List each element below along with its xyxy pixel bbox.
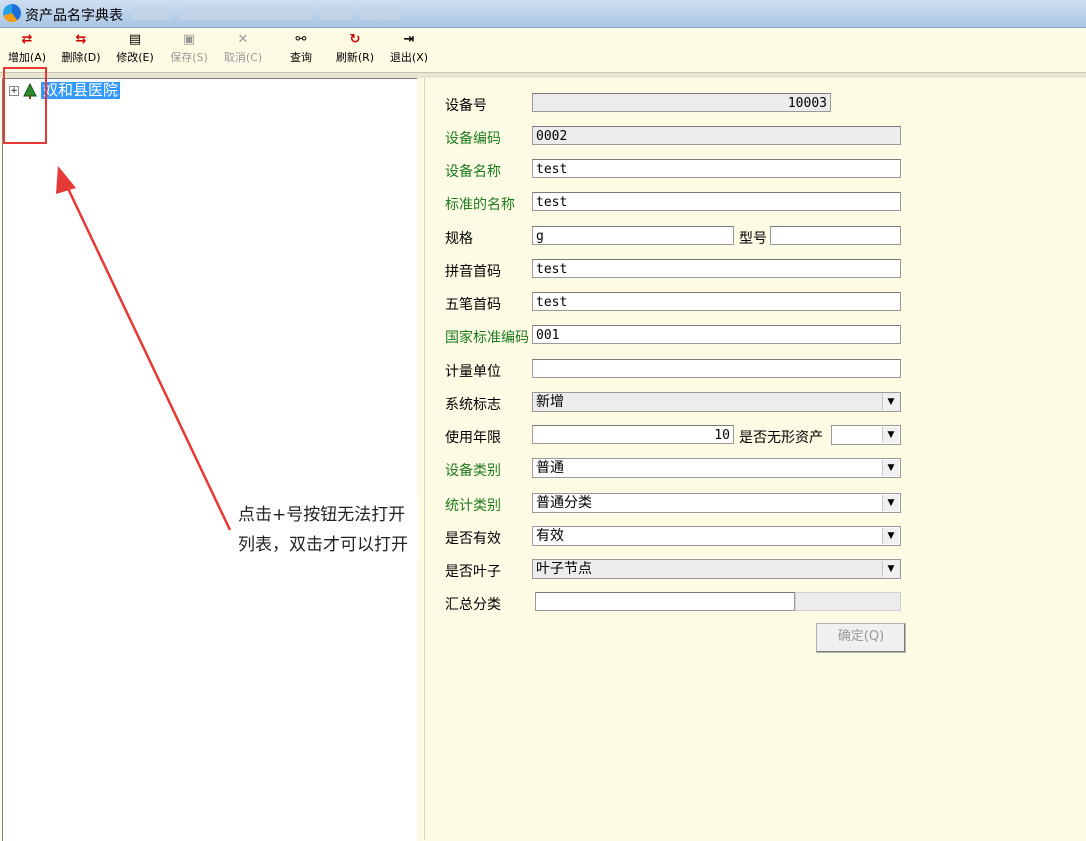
years-field[interactable]: 10: [532, 425, 734, 444]
edit-button[interactable]: ▤ 修改(E): [110, 30, 160, 68]
device-code-field[interactable]: 0002: [532, 126, 901, 145]
annotation-arrow: [56, 166, 232, 531]
add-icon: ⇄: [21, 32, 33, 47]
leaf-select[interactable]: 叶子节点 ▼: [532, 559, 901, 579]
national-code-label: 国家标准编码: [445, 330, 529, 346]
system-flag-select[interactable]: 新增 ▼: [532, 392, 901, 412]
device-code-label: 设备编码: [445, 131, 501, 147]
system-flag-label: 系统标志: [445, 397, 501, 413]
standard-name-field[interactable]: test: [532, 192, 901, 211]
annotation-text: 点击+号按钮无法打开 列表，双击才可以打开: [238, 500, 418, 560]
chevron-down-icon[interactable]: ▼: [882, 460, 899, 476]
query-button[interactable]: ⚯ 查询: [276, 30, 326, 68]
years-label: 使用年限: [445, 430, 501, 446]
stat-category-label: 统计类别: [445, 498, 501, 514]
device-name-label: 设备名称: [445, 164, 501, 180]
category-label: 设备类别: [445, 463, 501, 479]
spec-field[interactable]: g: [532, 226, 734, 245]
window-title: 资产品名字典表: [25, 8, 123, 24]
blurred-tab: [132, 7, 170, 20]
add-button[interactable]: ⇄ 增加(A): [2, 30, 52, 68]
device-no-label: 设备号: [445, 98, 487, 114]
detail-form: 设备号 10003 设备编码 0002 设备名称 test 标准的名称 test…: [424, 78, 1086, 840]
model-label: 型号: [739, 231, 767, 247]
highlight-box: [3, 67, 47, 144]
blurred-tab: [320, 7, 352, 20]
tree-root-node[interactable]: 奴和县医院: [41, 82, 121, 99]
standard-name-label: 标准的名称: [445, 197, 515, 213]
summary-label: 汇总分类: [445, 597, 501, 613]
title-bar: 资产品名字典表: [0, 0, 1086, 28]
spec-label: 规格: [445, 231, 473, 247]
chevron-down-icon[interactable]: ▼: [882, 561, 899, 577]
exit-icon: ⇥: [403, 32, 415, 47]
valid-select[interactable]: 有效 ▼: [532, 526, 901, 546]
device-no-field[interactable]: 10003: [532, 93, 831, 112]
category-select[interactable]: 普通 ▼: [532, 458, 901, 478]
valid-label: 是否有效: [445, 531, 501, 547]
edit-icon: ▤: [128, 32, 142, 47]
app-logo-icon: [3, 4, 21, 22]
delete-button[interactable]: ⇆ 删除(D): [56, 30, 106, 68]
binoculars-icon: ⚯: [295, 32, 307, 47]
summary-code-field: [795, 592, 901, 611]
device-name-field[interactable]: test: [532, 159, 901, 178]
refresh-icon: ↻: [349, 32, 361, 47]
intangible-select[interactable]: ▼: [831, 425, 901, 445]
leaf-label: 是否叶子: [445, 564, 501, 580]
pinyin-label: 拼音首码: [445, 264, 501, 280]
stat-category-select[interactable]: 普通分类 ▼: [532, 493, 901, 513]
toolbar: ⇄ 增加(A) ⇆ 删除(D) ▤ 修改(E) ▣ 保存(S) ✕ 取消(C) …: [0, 28, 1086, 70]
blurred-tab: [360, 7, 400, 20]
chevron-down-icon[interactable]: ▼: [882, 394, 899, 410]
save-button[interactable]: ▣ 保存(S): [164, 30, 214, 68]
national-code-field[interactable]: 001: [532, 325, 901, 344]
unit-field[interactable]: [532, 359, 901, 378]
blurred-tab: [178, 7, 313, 20]
summary-field[interactable]: [535, 592, 795, 611]
chevron-down-icon[interactable]: ▼: [882, 528, 899, 544]
delete-icon: ⇆: [75, 32, 87, 47]
exit-button[interactable]: ⇥ 退出(X): [384, 30, 434, 68]
confirm-button[interactable]: 确定(Q): [816, 623, 906, 653]
cancel-button[interactable]: ✕ 取消(C): [218, 30, 268, 68]
pinyin-field[interactable]: test: [532, 259, 901, 278]
wubi-field[interactable]: test: [532, 292, 901, 311]
chevron-down-icon[interactable]: ▼: [882, 427, 899, 443]
intangible-label: 是否无形资产: [739, 430, 823, 446]
cancel-icon: ✕: [237, 32, 249, 47]
model-field[interactable]: [770, 226, 901, 245]
save-icon: ▣: [182, 32, 196, 47]
wubi-label: 五笔首码: [445, 297, 501, 313]
refresh-button[interactable]: ↻ 刷新(R): [330, 30, 380, 68]
unit-label: 计量单位: [445, 364, 501, 380]
chevron-down-icon[interactable]: ▼: [882, 495, 899, 511]
